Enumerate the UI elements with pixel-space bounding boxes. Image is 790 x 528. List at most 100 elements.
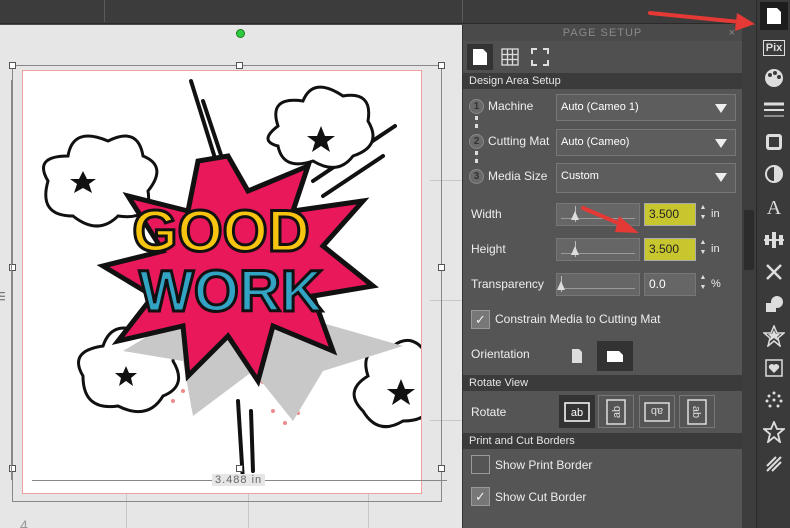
- cutting-mat-label: Cutting Mat: [488, 134, 550, 148]
- slider-knob[interactable]: [571, 246, 579, 255]
- tab-page-icon[interactable]: [467, 44, 493, 70]
- rotate-270-button[interactable]: ab: [679, 395, 715, 428]
- rotate-90-glyph: ab: [611, 405, 623, 417]
- resize-handle-tl[interactable]: [9, 62, 16, 69]
- step-2-icon: 2: [469, 134, 484, 149]
- section-print-cut-borders: Print and Cut Borders: [463, 433, 742, 449]
- selection-bounding-box[interactable]: [12, 65, 442, 502]
- constrain-checkbox[interactable]: ✓: [471, 310, 490, 329]
- height-stepper[interactable]: ▲ ▼: [699, 238, 707, 261]
- media-size-label: Media Size: [488, 169, 548, 183]
- transparency-row: Transparency 0.0 ▲ ▼ %: [463, 267, 742, 302]
- top-bar-divider: [462, 0, 463, 22]
- annotation-arrow-toolbar: [648, 11, 755, 31]
- page-setup-icon[interactable]: [760, 2, 788, 30]
- replicate-icon[interactable]: [760, 258, 788, 286]
- height-label: Height: [471, 242, 506, 256]
- section-rotate-view: Rotate View: [463, 375, 742, 391]
- rotate-180-glyph: ab: [651, 405, 663, 417]
- top-bar-divider: [104, 0, 105, 22]
- panel-title: PAGE SETUP: [562, 27, 643, 39]
- line-style-icon[interactable]: [760, 96, 788, 124]
- scrollbar-thumb[interactable]: [744, 210, 754, 270]
- machine-label: Machine: [488, 99, 534, 113]
- resize-handle-tr[interactable]: [438, 62, 445, 69]
- chevron-down-icon: [715, 173, 727, 182]
- panel-scrollbar[interactable]: [742, 25, 756, 528]
- resize-handle-t[interactable]: [236, 62, 243, 69]
- media-size-value: Custom: [561, 170, 599, 182]
- machine-value: Auto (Cameo 1): [561, 101, 639, 113]
- orientation-label: Orientation: [471, 347, 530, 361]
- width-dimension-label: 3.488 in: [212, 474, 266, 486]
- resize-handle-br[interactable]: [438, 465, 445, 472]
- page-number: 4: [20, 517, 28, 528]
- height-dimension-line: [11, 80, 12, 480]
- height-dimension: 3.269 in: [0, 80, 18, 480]
- machine-row: 1 Machine Auto (Cameo 1): [463, 89, 742, 128]
- height-dimension-label: 3.269 in: [0, 260, 8, 304]
- star-icon[interactable]: [760, 418, 788, 446]
- fill-pattern-icon[interactable]: [760, 128, 788, 156]
- machine-dropdown[interactable]: Auto (Cameo 1): [556, 94, 736, 121]
- show-cut-border-label: Show Cut Border: [495, 490, 587, 504]
- show-print-border-row: Show Print Border: [463, 449, 742, 481]
- step-3-icon: 3: [469, 169, 484, 184]
- transparency-slider[interactable]: [556, 273, 640, 296]
- rotate-handle[interactable]: [236, 29, 245, 38]
- tab-registration-icon[interactable]: [527, 44, 553, 70]
- text-style-label: A: [766, 196, 782, 219]
- show-cut-border-row: ✓ Show Cut Border: [463, 481, 742, 513]
- resize-handle-b[interactable]: [236, 465, 243, 472]
- rotate-90-button[interactable]: ab: [598, 395, 634, 428]
- media-size-dropdown[interactable]: Custom: [556, 163, 736, 193]
- height-slider[interactable]: [556, 238, 640, 261]
- pixscan-label: Pix: [762, 40, 786, 56]
- palette-icon[interactable]: [760, 64, 788, 92]
- modify-icon[interactable]: [760, 290, 788, 318]
- slider-track: [561, 288, 635, 289]
- slider-knob[interactable]: [557, 281, 565, 290]
- step-1-icon: 1: [469, 99, 484, 114]
- media-size-row: 3 Media Size Custom: [463, 159, 742, 197]
- transparency-unit: %: [711, 278, 721, 290]
- trace-icon[interactable]: [760, 354, 788, 382]
- tab-grid-icon[interactable]: [497, 44, 523, 70]
- rotate-label: Rotate: [471, 405, 507, 419]
- width-input[interactable]: 3.500: [644, 203, 696, 226]
- rotate-row: Rotate ab ab ab ab: [463, 391, 742, 433]
- rotate-180-button[interactable]: ab: [639, 395, 675, 428]
- orientation-portrait-button[interactable]: [559, 341, 595, 371]
- resize-handle-r[interactable]: [438, 264, 445, 271]
- cutting-mat-dropdown[interactable]: Auto (Cameo): [556, 129, 736, 156]
- page-setup-panel: PAGE SETUP × Design Area Setup 1 Machine…: [462, 25, 742, 528]
- show-print-border-checkbox[interactable]: [471, 455, 490, 474]
- align-icon[interactable]: [760, 226, 788, 254]
- show-print-border-label: Show Print Border: [495, 458, 593, 472]
- rotate-0-button[interactable]: ab: [559, 395, 595, 428]
- width-dimension: 3.488 in: [32, 472, 447, 488]
- knife-icon[interactable]: [760, 450, 788, 478]
- design-canvas[interactable]: GOOD WORK 3.488 in 3.269 in 4: [0, 25, 462, 528]
- annotation-arrow-width: [581, 206, 639, 233]
- sketch-icon[interactable]: [760, 386, 788, 414]
- width-label: Width: [471, 207, 502, 221]
- orientation-landscape-button[interactable]: [597, 341, 633, 371]
- pixscan-icon[interactable]: Pix: [760, 34, 788, 62]
- transparency-label: Transparency: [471, 277, 544, 291]
- height-input[interactable]: 3.500: [644, 238, 696, 261]
- contrast-icon[interactable]: [760, 160, 788, 188]
- height-unit: in: [711, 243, 720, 255]
- offset-icon[interactable]: [760, 322, 788, 350]
- chevron-down-icon: [715, 139, 727, 148]
- cutting-mat-row: 2 Cutting Mat Auto (Cameo): [463, 124, 742, 163]
- rotate-0-glyph: ab: [571, 407, 583, 419]
- right-toolbar: Pix A: [756, 0, 790, 528]
- text-style-icon[interactable]: A: [760, 194, 788, 222]
- transparency-stepper[interactable]: ▲ ▼: [699, 273, 707, 296]
- transparency-input[interactable]: 0.0: [644, 273, 696, 296]
- panel-tabs: [463, 41, 742, 73]
- show-cut-border-checkbox[interactable]: ✓: [471, 487, 490, 506]
- width-stepper[interactable]: ▲ ▼: [699, 203, 707, 226]
- width-unit: in: [711, 208, 720, 220]
